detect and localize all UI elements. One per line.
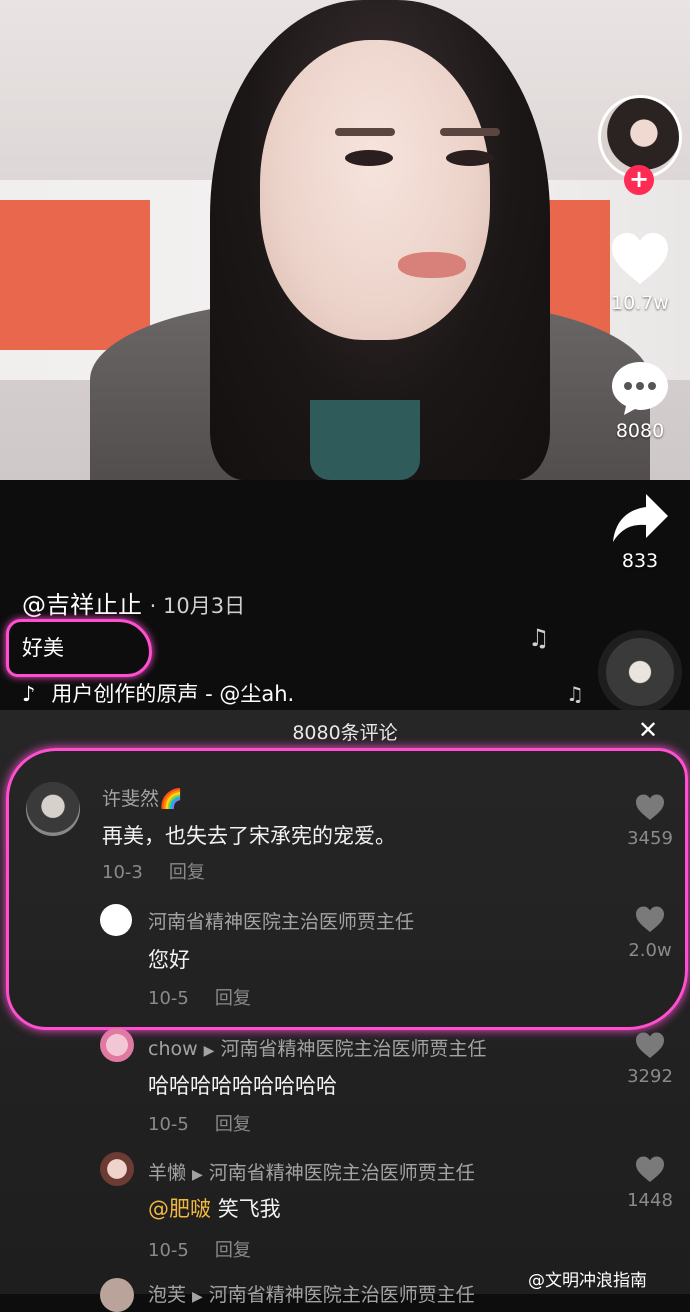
avatar[interactable] bbox=[100, 1028, 134, 1062]
eye bbox=[345, 150, 393, 166]
heart-icon bbox=[612, 233, 668, 284]
comment-text: 您好 bbox=[148, 948, 190, 972]
reply-arrow-icon: ▶ bbox=[192, 1167, 203, 1183]
avatar[interactable] bbox=[100, 1152, 134, 1186]
comment-date: 10-5 bbox=[148, 1240, 189, 1261]
like-button[interactable]: 10.7w bbox=[590, 232, 690, 314]
avatar[interactable] bbox=[100, 1278, 134, 1312]
comment-meta: 10-5 回复 bbox=[148, 1236, 251, 1262]
weibo-watermark: @文明冲浪指南 bbox=[528, 1271, 647, 1291]
comment-author[interactable]: chow bbox=[148, 1038, 198, 1060]
comment-author-line: chow ▶ 河南省精神医院主治医师贾主任 bbox=[148, 1034, 486, 1061]
like-count: 10.7w bbox=[611, 292, 669, 314]
comment-text: 再美，也失去了宋承宪的宠爱。 bbox=[102, 824, 396, 848]
author-avatar[interactable]: + bbox=[598, 95, 682, 195]
share-button[interactable]: 833 bbox=[590, 490, 690, 572]
comments-panel-title: 8080条评论 bbox=[292, 722, 398, 744]
reply-arrow-icon: ▶ bbox=[203, 1043, 215, 1059]
comment-text: 哈哈哈哈哈哈哈哈哈 bbox=[148, 1074, 337, 1098]
comment-author-line: 羊懒 ▶ 河南省精神医院主治医师贾主任 bbox=[148, 1158, 475, 1185]
comment-author[interactable]: 河南省精神医院主治医师贾主任 bbox=[148, 907, 414, 934]
comment-meta: 10-5 回复 bbox=[148, 1110, 251, 1136]
music-title: 用户创作的原声 - @尘ah. bbox=[51, 682, 295, 706]
floating-note-icon: ♫ bbox=[528, 624, 550, 652]
close-icon[interactable]: ✕ bbox=[638, 716, 658, 744]
comment-like-button[interactable]: 3459 bbox=[620, 794, 680, 849]
person-face bbox=[260, 40, 490, 340]
share-count: 833 bbox=[621, 550, 659, 572]
lips bbox=[398, 252, 466, 278]
comment-author[interactable]: 泡芙 bbox=[148, 1284, 186, 1306]
comment-bubble-icon bbox=[612, 362, 668, 415]
heart-icon bbox=[636, 1032, 664, 1058]
comment-like-count: 3459 bbox=[627, 828, 673, 849]
heart-icon bbox=[636, 794, 664, 820]
comment-author[interactable]: 许斐然🌈 bbox=[102, 784, 183, 811]
reply-button[interactable]: 回复 bbox=[215, 988, 251, 1009]
video-frame[interactable] bbox=[0, 0, 690, 480]
mention-link[interactable]: @肥啵 bbox=[148, 1197, 211, 1221]
comment-count: 8080 bbox=[615, 420, 665, 442]
comment-like-count: 3292 bbox=[627, 1066, 673, 1087]
comment-button[interactable]: 8080 bbox=[590, 360, 690, 442]
tiktok-note-icon: ♪ bbox=[22, 682, 36, 706]
music-disc[interactable] bbox=[598, 630, 682, 714]
post-date: · 10月3日 bbox=[149, 594, 246, 618]
reply-to-author[interactable]: 河南省精神医院主治医师贾主任 bbox=[209, 1284, 475, 1306]
heart-icon bbox=[636, 1156, 664, 1182]
reply-button[interactable]: 回复 bbox=[215, 1114, 251, 1135]
comment-date: 10-3 bbox=[102, 862, 143, 883]
music-line[interactable]: ♪ 用户创作的原声 - @尘ah. bbox=[22, 678, 294, 708]
reply-arrow-icon: ▶ bbox=[192, 1289, 203, 1305]
floating-note-icon: ♫ bbox=[566, 682, 584, 706]
avatar[interactable] bbox=[26, 782, 80, 836]
comment-author[interactable]: 羊懒 bbox=[148, 1162, 186, 1184]
avatar[interactable] bbox=[100, 904, 132, 936]
video-author-line: @吉祥止止 · 10月3日 bbox=[22, 585, 245, 620]
comment-text: @肥啵 笑飞我 bbox=[148, 1193, 281, 1223]
eyebrow bbox=[440, 128, 500, 136]
comment-like-button[interactable]: 3292 bbox=[620, 1032, 680, 1087]
neckline bbox=[310, 400, 420, 480]
heart-icon bbox=[636, 906, 664, 932]
eyebrow bbox=[335, 128, 395, 136]
comment-date: 10-5 bbox=[148, 988, 189, 1009]
comment-date: 10-5 bbox=[148, 1114, 189, 1135]
comment-like-button[interactable]: 2.0w bbox=[620, 906, 680, 961]
comment-like-count: 1448 bbox=[627, 1190, 673, 1211]
comment-meta: 10-5 回复 bbox=[148, 984, 251, 1010]
banner-red-block bbox=[0, 200, 150, 350]
author-name[interactable]: @吉祥止止 bbox=[22, 591, 142, 619]
eye bbox=[446, 150, 494, 166]
video-description: 好美 bbox=[22, 636, 64, 660]
comment-text-body: 笑飞我 bbox=[217, 1197, 281, 1221]
reply-button[interactable]: 回复 bbox=[169, 862, 205, 883]
reply-to-author[interactable]: 河南省精神医院主治医师贾主任 bbox=[209, 1162, 475, 1184]
follow-plus-icon[interactable]: + bbox=[624, 165, 654, 195]
comment-like-count: 2.0w bbox=[628, 940, 672, 961]
reply-to-author[interactable]: 河南省精神医院主治医师贾主任 bbox=[220, 1038, 486, 1060]
comment-meta: 10-3 回复 bbox=[102, 858, 205, 884]
comment-like-button[interactable]: 1448 bbox=[620, 1156, 680, 1211]
reply-button[interactable]: 回复 bbox=[215, 1240, 251, 1261]
share-arrow-icon bbox=[613, 494, 668, 542]
